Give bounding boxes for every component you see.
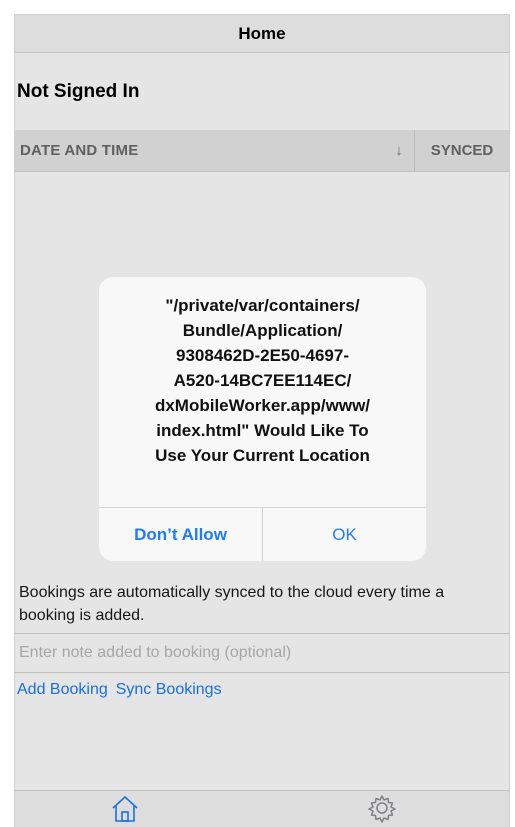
ok-button[interactable]: OK bbox=[263, 508, 426, 561]
dont-allow-button[interactable]: Don’t Allow bbox=[99, 508, 262, 561]
alert-message: "/private/var/containers/ Bundle/Applica… bbox=[154, 296, 371, 465]
app-screen: Home Not Signed In DATE AND TIME ↓ SYNCE… bbox=[14, 14, 510, 827]
location-permission-alert: "/private/var/containers/ Bundle/Applica… bbox=[99, 277, 426, 561]
alert-button-row: Don’t Allow OK bbox=[99, 507, 426, 561]
